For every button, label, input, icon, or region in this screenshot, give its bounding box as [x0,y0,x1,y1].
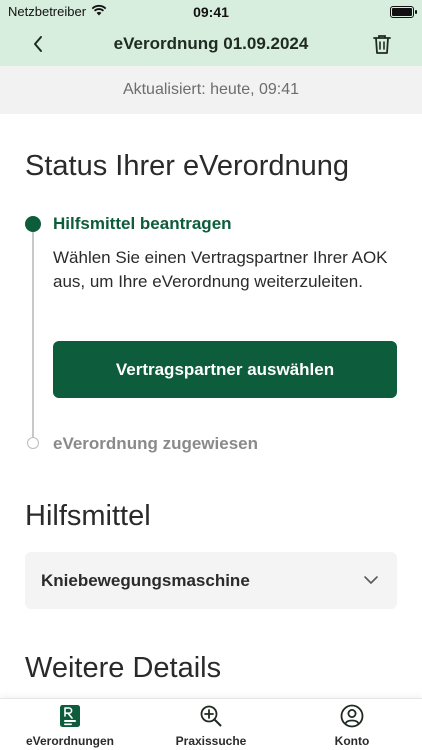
search-plus-icon [199,704,223,728]
navigation-bar: eVerordnung 01.09.2024 [0,24,422,66]
tab-konto-label: Konto [334,734,370,748]
delete-button[interactable] [368,30,396,58]
tab-konto[interactable]: Konto [302,699,402,750]
tab-bar: eVerordnungen Praxissuche Konto [0,698,422,750]
timeline-dot-active [25,216,41,232]
status-section-title: Status Ihrer eVerordnung [25,150,350,182]
status-bar: Netzbetreiber 09:41 [0,0,422,24]
timeline-line [32,232,34,437]
document-prescription-icon [59,704,81,728]
timeline-dot-inactive [27,437,39,449]
tab-everordnungen-label: eVerordnungen [25,734,114,748]
hilfsmittel-dropdown-label: Kniebewegungsmaschine [41,571,250,590]
battery-icon [390,6,417,18]
hilfsmittel-section-title: Hilfsmittel [25,500,151,532]
page-title: eVerordnung 01.09.2024 [113,34,309,53]
trash-icon [373,35,391,54]
last-updated-banner: Aktualisiert: heute, 09:41 [0,66,422,114]
step-active-title: Hilfsmittel beantragen [53,214,232,233]
tab-praxissuche-label: Praxissuche [175,734,247,748]
account-icon [340,704,364,728]
select-partner-button[interactable]: Vertragspartner auswählen [53,341,397,398]
hilfsmittel-dropdown[interactable]: Kniebewegungsmaschine [25,552,397,609]
step-description: Wählen Sie einen Vertragspartner Ihrer A… [53,248,388,291]
tab-everordnungen[interactable]: eVerordnungen [20,699,120,750]
clock: 09:41 [193,4,229,20]
header: Netzbetreiber 09:41 eVerordnung 01.09.20… [0,0,422,66]
step-inactive-title: eVerordnung zugewiesen [53,434,258,453]
details-section-title: Weitere Details [25,652,222,684]
tab-praxissuche[interactable]: Praxissuche [161,699,261,750]
chevron-down-icon [363,572,379,590]
